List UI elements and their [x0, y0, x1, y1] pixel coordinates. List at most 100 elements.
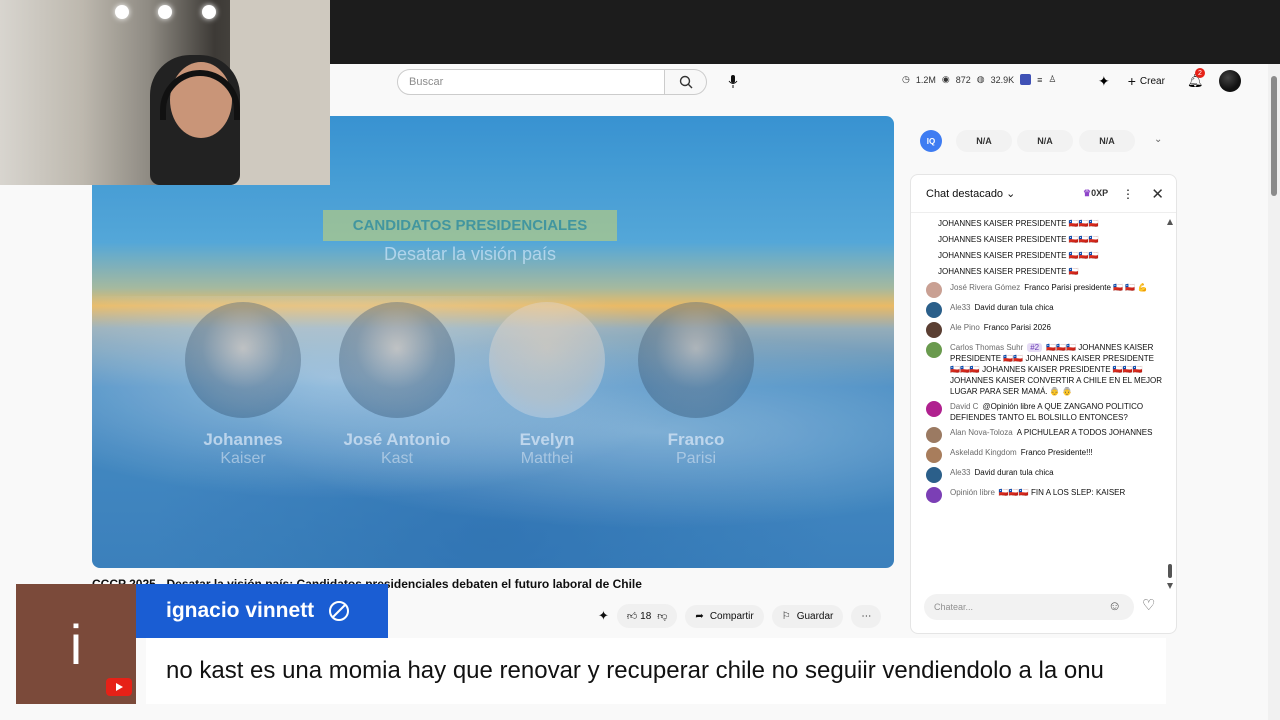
xp-indicator[interactable]: ♛0XP	[1083, 188, 1108, 199]
chat-author-avatar	[926, 401, 942, 417]
block-icon	[329, 601, 350, 621]
chevron-down-icon[interactable]: ⌄	[1154, 134, 1162, 145]
chat-message-text: Franco Parisi presidente 🇨🇱 🇨🇱 💪	[1024, 283, 1148, 292]
page-scrollbar[interactable]	[1268, 64, 1280, 720]
candidate-photo	[339, 302, 455, 418]
extension-stats: ◷ 1.2M ◉ 872 ◍ 32.9K ≡ ♙	[902, 74, 1057, 85]
candidate-last-name: Matthei	[520, 450, 574, 467]
comment-text: no kast es una momia hay que renovar y r…	[146, 638, 1166, 704]
candidate-first-name: Johannes	[203, 430, 283, 449]
scrollbar-thumb[interactable]	[1271, 76, 1277, 196]
chat-message-text: David duran tula chica	[974, 468, 1054, 477]
search-input[interactable]: Buscar	[397, 69, 665, 95]
iq-value: N/A	[956, 130, 1012, 152]
mic-icon	[728, 75, 738, 88]
chat-author-avatar	[926, 447, 942, 463]
search-icon	[679, 75, 692, 89]
chat-author-name[interactable]: Ale33	[950, 303, 970, 312]
watching-count: 872	[955, 74, 971, 85]
subs-count: 32.9K	[990, 74, 1015, 85]
chat-menu-icon[interactable]: ⋮	[1122, 187, 1134, 201]
candidate-first-name: Franco	[667, 430, 725, 449]
clock-icon: ◷	[902, 74, 910, 84]
light	[202, 5, 216, 19]
video-overlay-subtitle: Desatar la visión país	[383, 244, 557, 264]
continued-message: JOHANNES KAISER PRESIDENTE 🇨🇱🇨🇱🇨🇱 JOHANNE…	[926, 218, 1166, 277]
chat-mode-selector[interactable]: Chat destacado ⌄	[926, 187, 1015, 200]
header-actions: ✦ + Crear 🔔︎ 2	[1098, 68, 1242, 93]
candidate-last-name: Parisi	[675, 450, 716, 467]
candidate-card: Johannes Kaiser	[183, 302, 303, 468]
chat-text-line: JOHANNES KAISER PRESIDENTE 🇨🇱🇨🇱🇨🇱	[938, 235, 1099, 244]
chat-message-body: Opinión libre 🇨🇱🇨🇱🇨🇱 FIN A LOS SLEP: KAIS…	[950, 487, 1125, 503]
views-count: 1.2M	[915, 74, 936, 85]
live-chat-panel: Chat destacado ⌄ ♛0XP ⋮ ✕ JOHANNES KAISE…	[910, 174, 1177, 634]
candidate-photo	[638, 302, 754, 418]
iq-value: N/A	[1017, 130, 1073, 152]
commenter-name-bar: ignacio vinnett	[136, 584, 388, 638]
users-icon: ◍	[976, 74, 985, 84]
xp-label: 0XP	[1091, 188, 1109, 198]
candidate-card: Evelyn Matthei	[487, 302, 607, 468]
member-badge: #2	[1027, 343, 1043, 352]
chat-message-body: Ale Pino Franco Parisi 2026	[950, 322, 1051, 338]
chat-author-avatar	[926, 487, 942, 503]
chat-author-avatar	[926, 427, 942, 443]
voice-search-button[interactable]	[720, 69, 746, 95]
chat-author-avatar	[926, 302, 942, 318]
light	[115, 5, 129, 19]
youtube-logo-icon	[106, 678, 132, 696]
chat-message[interactable]: Alan Nova-Toloza A PICHULEAR A TODOS JOHA…	[926, 427, 1166, 443]
chat-message-body: David C @Opinión libre A QUE ZANGANO POLI…	[950, 401, 1166, 423]
chat-message[interactable]: Askeladd Kingdom Franco Presidente!!!	[926, 447, 1166, 463]
chat-author-name[interactable]: David C	[950, 402, 978, 411]
chat-message-text: 🇨🇱🇨🇱🇨🇱 FIN A LOS SLEP: KAISER	[998, 488, 1126, 497]
streamer-webcam	[0, 0, 330, 185]
chat-author-name[interactable]: Opinión libre	[950, 488, 995, 497]
notifications-button[interactable]: 🔔︎ 2	[1187, 68, 1205, 90]
chat-author-name[interactable]: Alan Nova-Toloza	[950, 428, 1013, 437]
iq-badge[interactable]: IQ	[920, 130, 942, 152]
chat-author-name[interactable]: Askeladd Kingdom	[950, 448, 1017, 457]
chat-message[interactable]: Ale33 David duran tula chica	[926, 302, 1166, 318]
iq-value: N/A	[1079, 130, 1135, 152]
chat-message[interactable]: Ale Pino Franco Parisi 2026	[926, 322, 1166, 338]
chat-text-line: JOHANNES KAISER PRESIDENTE 🇨🇱	[938, 267, 1079, 276]
message-list: José Rivera Gómez Franco Parisi president…	[926, 282, 1166, 503]
create-button[interactable]: + Crear	[1120, 69, 1173, 93]
chat-message[interactable]: José Rivera Gómez Franco Parisi president…	[926, 282, 1166, 298]
list-icon[interactable]: ≡	[1037, 75, 1042, 85]
candidate-last-name: Kaiser	[220, 450, 266, 467]
chat-message[interactable]: David C @Opinión libre A QUE ZANGANO POLI…	[926, 401, 1166, 423]
puzzle-icon[interactable]: ✦	[1098, 73, 1110, 90]
close-icon[interactable]: ✕	[1151, 185, 1164, 203]
trophy-icon[interactable]: ♙	[1048, 74, 1056, 85]
chat-scrollbar[interactable]	[1167, 219, 1173, 589]
chat-author-name[interactable]: José Rivera Gómez	[950, 283, 1020, 292]
candidate-card: Franco Parisi	[636, 302, 756, 468]
chat-author-name[interactable]: Carlos Thomas Suhr	[950, 343, 1023, 352]
candidate-last-name: Kast	[380, 450, 413, 467]
chat-text-line: JOHANNES KAISER PRESIDENTE 🇨🇱🇨🇱🇨🇱	[938, 219, 1099, 228]
chat-message[interactable]: Opinión libre 🇨🇱🇨🇱🇨🇱 FIN A LOS SLEP: KAIS…	[926, 487, 1166, 503]
chat-message-body: Ale33 David duran tula chica	[950, 467, 1054, 483]
create-label: Crear	[1139, 75, 1165, 87]
highlighted-comment-overlay: i ignacio vinnett no kast es una momia h…	[16, 584, 1166, 704]
search-button[interactable]	[665, 69, 707, 95]
chevron-down-icon: ⌄	[1006, 188, 1016, 200]
chat-message-body: José Rivera Gómez Franco Parisi president…	[950, 282, 1148, 298]
crown-icon: ♛	[1083, 188, 1092, 198]
extension-icon[interactable]	[1020, 74, 1032, 85]
chat-author-avatar	[926, 282, 942, 298]
chat-message[interactable]: Carlos Thomas Suhr #2 🇨🇱🇨🇱🇨🇱 JOHANNES KAIS…	[926, 342, 1166, 397]
chat-message-body: Ale33 David duran tula chica	[950, 302, 1054, 318]
chat-message-body: Carlos Thomas Suhr #2 🇨🇱🇨🇱🇨🇱 JOHANNES KAIS…	[950, 342, 1166, 397]
commenter-name: ignacio vinnett	[166, 599, 315, 622]
chat-message-body: Alan Nova-Toloza A PICHULEAR A TODOS JOHA…	[950, 427, 1152, 443]
chat-author-name[interactable]: Ale Pino	[950, 323, 980, 332]
account-avatar[interactable]	[1219, 70, 1242, 92]
chat-message[interactable]: Ale33 David duran tula chica	[926, 467, 1166, 483]
video-overlay-title: CANDIDATOS PRESIDENCIALES	[323, 210, 617, 241]
chat-author-name[interactable]: Ale33	[950, 468, 970, 477]
chat-message-text: Franco Presidente!!!	[1020, 448, 1093, 457]
